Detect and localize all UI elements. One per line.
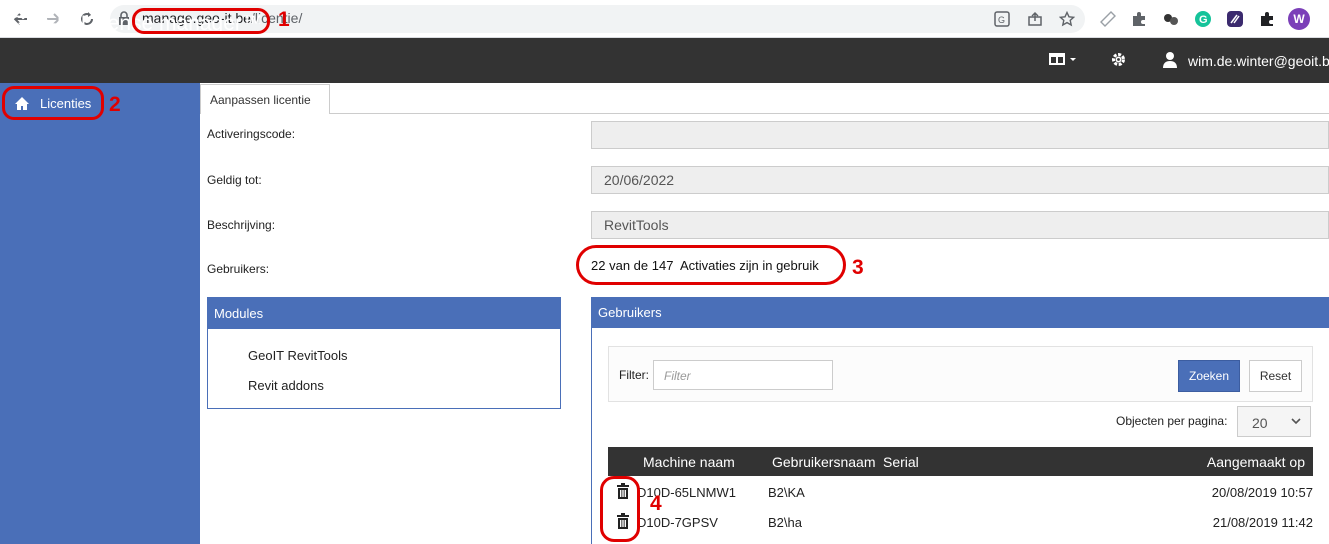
annotation-oval-activations xyxy=(576,245,846,285)
tab-divider xyxy=(330,113,1329,114)
annotation-number: 2 xyxy=(109,93,121,116)
description-label: Beschrijving: xyxy=(207,218,276,232)
layout-icon xyxy=(1049,53,1076,65)
puzzle-extension-icon[interactable] xyxy=(1129,9,1149,29)
col-username[interactable]: Gebruikersnaam xyxy=(772,454,876,470)
module-item: GeoIT RevitTools xyxy=(248,348,348,363)
users-label: Gebruikers: xyxy=(207,262,270,276)
user-email[interactable]: wim.de.winter@geoit.be xyxy=(1188,53,1329,69)
col-machine-name[interactable]: Machine naam xyxy=(643,454,735,470)
users-panel-title: Gebruikers xyxy=(592,297,1329,328)
col-serial[interactable]: Serial xyxy=(883,454,919,470)
svg-text:G: G xyxy=(1199,14,1208,26)
per-page-value: 20 xyxy=(1252,415,1268,431)
cell-created: 20/08/2019 10:57 xyxy=(1211,485,1313,500)
per-page-label: Objecten per pagina: xyxy=(1116,414,1228,428)
layout-menu-button[interactable] xyxy=(1048,51,1078,67)
module-item: Revit addons xyxy=(248,378,324,393)
cell-machine: D10D-7GPSV xyxy=(637,515,718,530)
reset-button[interactable]: Reset xyxy=(1249,360,1302,392)
star-icon[interactable] xyxy=(1058,10,1076,28)
filter-label: Filter: xyxy=(619,368,649,382)
activation-field[interactable] xyxy=(591,121,1329,149)
cell-user: B2\ha xyxy=(768,515,802,530)
sidebar xyxy=(0,83,200,544)
col-created[interactable]: Aangemaakt op xyxy=(1207,454,1305,470)
chevron-down-icon xyxy=(1291,418,1301,425)
pen-extension-icon[interactable] xyxy=(1225,9,1245,29)
app-header xyxy=(0,38,1329,83)
annotation-number: 3 xyxy=(852,256,864,279)
table-row: D10D-65LNMW1 B2\KA 20/08/2019 10:57 xyxy=(608,477,1313,507)
search-button[interactable]: Zoeken xyxy=(1178,360,1240,392)
svg-text:G: G xyxy=(998,15,1005,25)
cell-created: 21/08/2019 11:42 xyxy=(1212,515,1313,530)
modules-title: Modules xyxy=(208,298,560,329)
valid-until-field[interactable]: 20/06/2022 xyxy=(591,166,1329,194)
activation-label: Activeringscode: xyxy=(207,127,296,141)
annotation-number: 4 xyxy=(650,492,662,515)
users-table-header: Machine naam Gebruikersnaam Serial Aange… xyxy=(608,447,1313,476)
ruler-extension-icon[interactable] xyxy=(1098,9,1118,29)
table-row: D10D-7GPSV B2\ha 21/08/2019 11:42 xyxy=(608,507,1313,537)
profile-avatar[interactable]: W xyxy=(1288,8,1310,30)
annotation-oval-trash xyxy=(600,476,640,542)
cell-user: B2\KA xyxy=(768,485,805,500)
share-icon[interactable] xyxy=(1026,10,1044,28)
extensions-icon[interactable] xyxy=(1257,9,1277,29)
tab-aanpassen-licentie[interactable]: Aanpassen licentie xyxy=(200,84,330,114)
modules-panel: Modules GeoIT RevitTools Revit addons xyxy=(207,297,561,409)
user-icon[interactable] xyxy=(1162,51,1178,68)
annotation-oval-url xyxy=(132,8,270,34)
annotation-number: 1 xyxy=(278,8,290,31)
filter-input[interactable]: Filter xyxy=(653,360,833,390)
people-extension-icon[interactable] xyxy=(1161,9,1181,29)
per-page-select[interactable]: 20 xyxy=(1237,406,1311,437)
annotation-oval-sidebar xyxy=(2,86,104,120)
description-field[interactable]: RevitTools xyxy=(591,211,1329,239)
grammarly-icon[interactable]: G xyxy=(1193,9,1213,29)
translate-icon[interactable]: G xyxy=(993,10,1011,28)
gear-icon[interactable] xyxy=(1110,51,1127,68)
valid-until-label: Geldig tot: xyxy=(207,173,262,187)
